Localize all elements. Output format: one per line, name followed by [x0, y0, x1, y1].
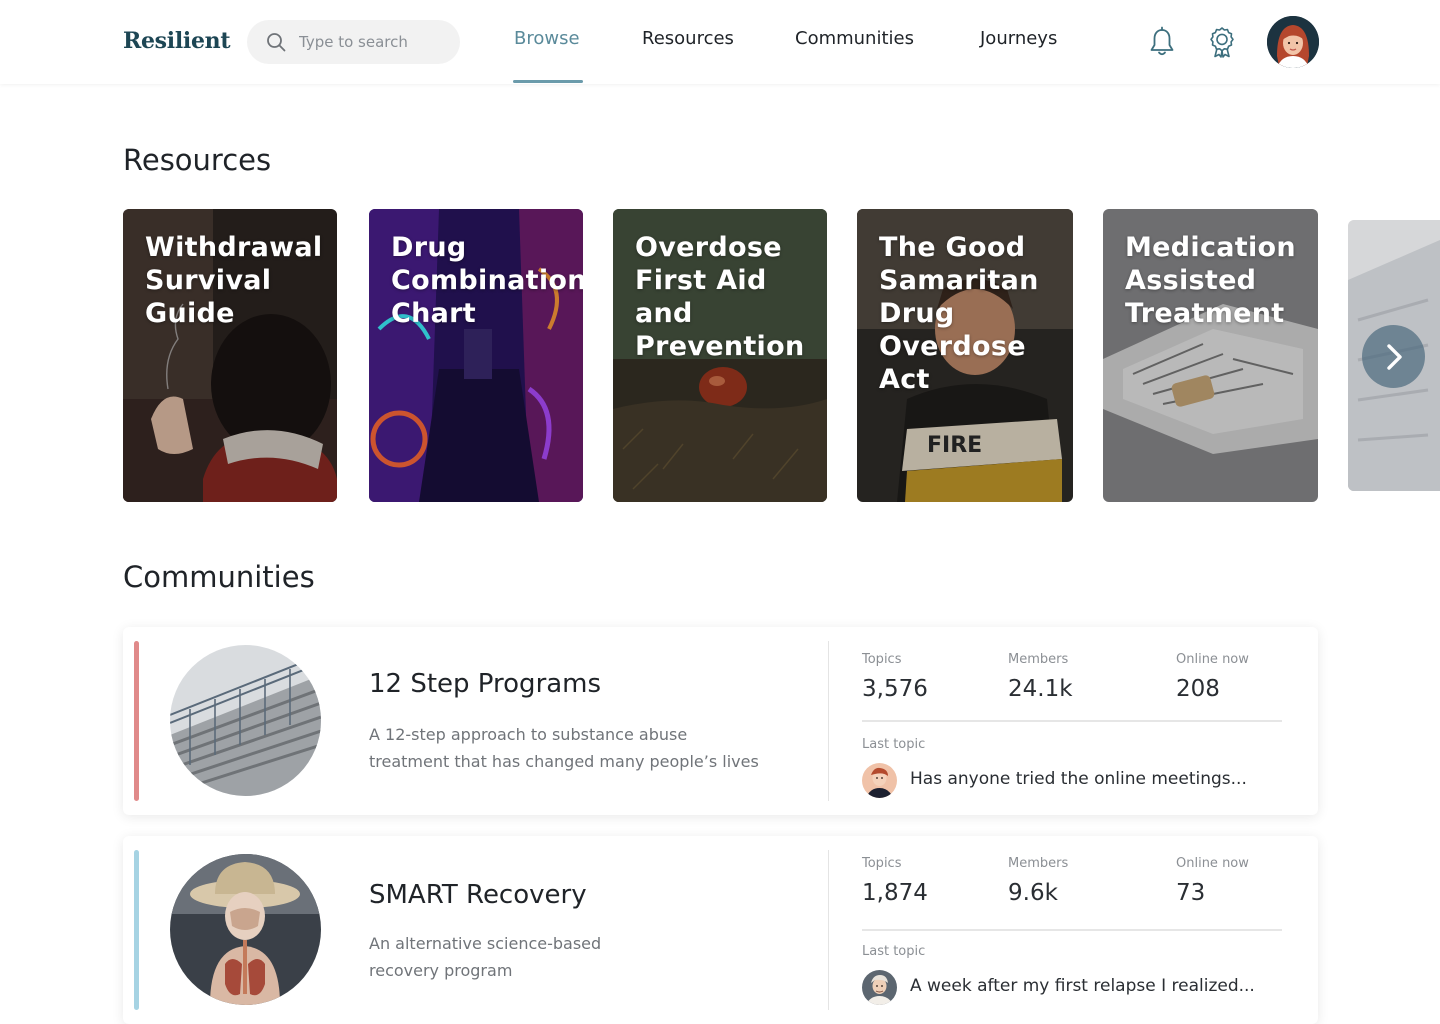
communities-section-title: Communities [123, 560, 315, 594]
community-description: An alternative science-based recovery pr… [369, 934, 602, 980]
search-icon [267, 33, 286, 52]
community-thumbnail [170, 854, 321, 1005]
online-label: Online now [1176, 652, 1249, 667]
resource-card-drug-combination[interactable]: Drug Combination Chart [369, 209, 583, 502]
topics-count: 3,576 [862, 676, 928, 702]
community-description: A 12-step approach to substance abuse tr… [369, 725, 759, 771]
stats-separator [862, 720, 1282, 722]
last-topic-label: Last topic [862, 737, 926, 752]
award-badge-icon[interactable] [1208, 26, 1236, 58]
search-box[interactable] [247, 20, 460, 64]
online-count: 208 [1176, 676, 1220, 702]
anatomy-model-image [170, 854, 321, 1005]
resource-card-title: The Good Samaritan Drug Overdose Act [879, 232, 1039, 395]
resource-card-title: Medication Assisted Treatment [1125, 232, 1296, 329]
topics-label: Topics [862, 652, 902, 667]
community-accent-bar [134, 850, 139, 1010]
resource-card-good-samaritan-act[interactable]: FIRE The Good Samaritan Drug Overdose Ac… [857, 209, 1073, 502]
last-topic-avatar [862, 970, 897, 1005]
online-label: Online now [1176, 856, 1249, 871]
members-label: Members [1008, 856, 1069, 871]
user-avatar[interactable] [1267, 16, 1319, 68]
community-name[interactable]: 12 Step Programs [369, 669, 601, 699]
search-input[interactable] [299, 20, 449, 64]
last-topic-title[interactable]: A week after my first relapse I realized… [910, 976, 1255, 996]
community-thumbnail [170, 645, 321, 796]
community-card-smart-recovery[interactable]: SMART Recovery An alternative science-ba… [123, 836, 1318, 1024]
resource-card-title: Overdose First Aid and Prevention [635, 232, 805, 362]
community-card-12-step[interactable]: 12 Step Programs A 12-step approach to s… [123, 627, 1318, 815]
community-accent-bar [134, 641, 139, 801]
tab-browse[interactable]: Browse [514, 28, 580, 49]
members-count: 9.6k [1008, 880, 1058, 906]
card-divider [828, 641, 829, 801]
user-portrait-icon [862, 970, 897, 1005]
community-name[interactable]: SMART Recovery [369, 880, 587, 910]
resource-card-medication-assisted-treatment[interactable]: Medication Assisted Treatment [1103, 209, 1318, 502]
resources-section-title: Resources [123, 143, 272, 177]
topics-count: 1,874 [862, 880, 928, 906]
resource-card-title: Drug Combination Chart [391, 232, 583, 329]
chevron-right-icon [1387, 344, 1402, 370]
members-label: Members [1008, 652, 1069, 667]
online-count: 73 [1176, 880, 1206, 906]
last-topic-label: Last topic [862, 944, 926, 959]
bell-icon[interactable] [1148, 26, 1176, 58]
topics-label: Topics [862, 856, 902, 871]
stats-separator [862, 929, 1282, 931]
tab-journeys[interactable]: Journeys [980, 28, 1057, 49]
user-portrait-icon [1267, 16, 1319, 68]
app-logo[interactable]: Resilient [123, 28, 231, 54]
stadium-steps-image [170, 645, 321, 796]
active-tab-indicator [513, 80, 583, 83]
card-divider [828, 850, 829, 1010]
top-navigation-bar: Resilient Browse Resources Communities J… [0, 0, 1440, 84]
resource-card-withdrawal-guide[interactable]: Withdrawal Survival Guide [123, 209, 337, 502]
tab-communities[interactable]: Communities [795, 28, 914, 49]
carousel-next-button[interactable] [1362, 325, 1425, 388]
resource-card-overdose-first-aid[interactable]: Overdose First Aid and Prevention [613, 209, 827, 502]
resource-card-title: Withdrawal Survival Guide [145, 232, 323, 329]
tab-resources[interactable]: Resources [642, 28, 734, 49]
last-topic-title[interactable]: Has anyone tried the online meetings... [910, 769, 1247, 789]
members-count: 24.1k [1008, 676, 1073, 702]
last-topic-avatar [862, 763, 897, 798]
user-portrait-icon [862, 763, 897, 798]
